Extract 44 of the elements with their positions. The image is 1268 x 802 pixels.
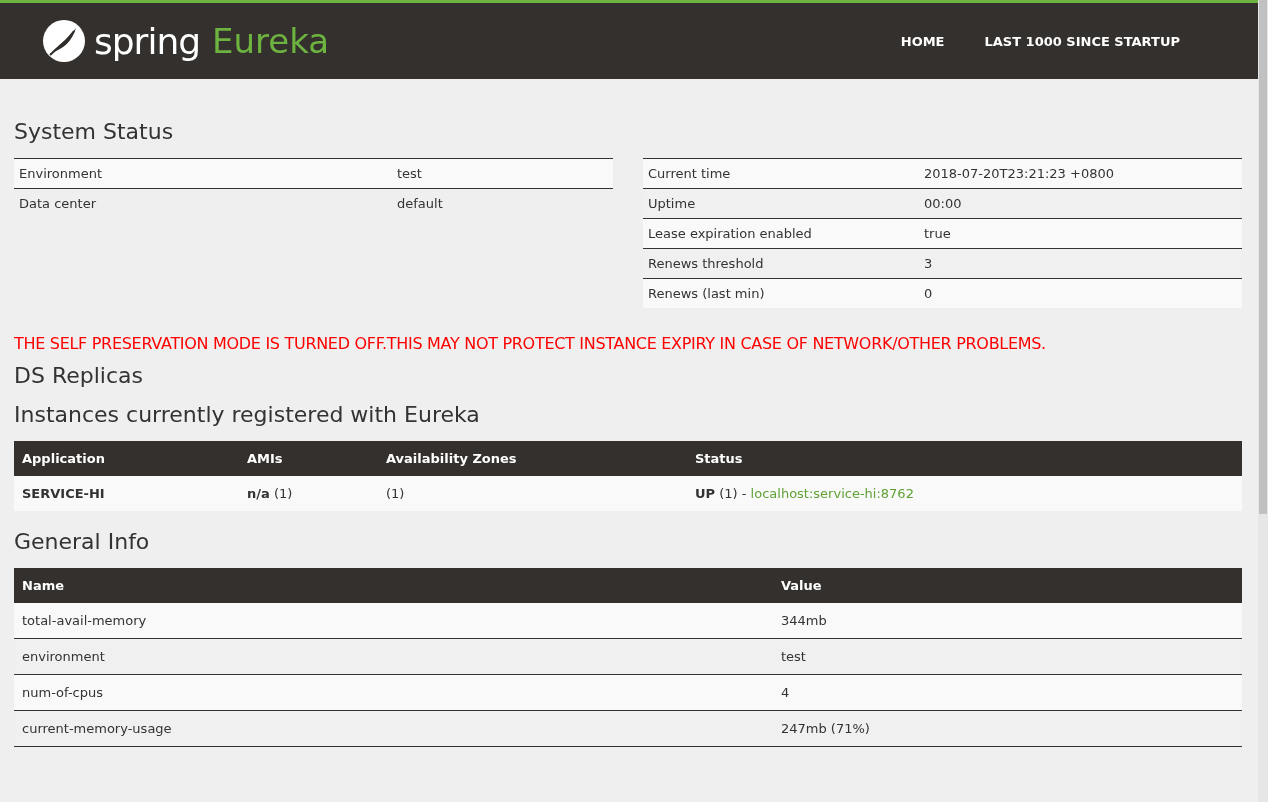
logo-text: spring bbox=[94, 20, 201, 62]
table-cell: 4 bbox=[773, 674, 1242, 711]
table-cell: 0 bbox=[919, 278, 1242, 308]
table-cell: SERVICE-HI bbox=[14, 476, 239, 511]
table-cell: 2018-07-20T23:21:23 +0800 bbox=[919, 158, 1242, 189]
column-header: Application bbox=[22, 451, 105, 466]
section-heading: General Info bbox=[14, 529, 151, 554]
table-cell: Data center bbox=[14, 188, 392, 218]
column-header: Availability Zones bbox=[386, 451, 517, 466]
table-cell: 344mb bbox=[773, 603, 1242, 639]
nav-link[interactable]: LAST 1000 SINCE STARTUP bbox=[984, 33, 1180, 49]
table-cell: num-of-cpus bbox=[14, 674, 773, 711]
warning-message: THE SELF PRESERVATION MODE IS TURNED OFF.THIS MAY NOT PROTECT INSTANCE EXPIRY IN CASE OF NETWORK/OTHER PROBLEMS. bbox=[14, 334, 1047, 353]
column-header: Name bbox=[22, 578, 64, 593]
table-cell: Current time bbox=[643, 158, 919, 189]
scrollbar-thumb[interactable] bbox=[1259, 0, 1267, 514]
table-cell: Renews (last min) bbox=[643, 278, 919, 308]
table-cell: 00:00 bbox=[919, 188, 1242, 219]
section-heading: Instances currently registered with Eureka bbox=[14, 402, 481, 427]
table-cell: environment bbox=[14, 638, 773, 675]
nav-link[interactable]: HOME bbox=[900, 33, 945, 49]
table-cell: 247mb (71%) bbox=[773, 710, 1242, 747]
scrollbar[interactable] bbox=[1258, 0, 1268, 802]
table-cell: n/a (1) bbox=[239, 476, 378, 511]
table-cell: true bbox=[919, 218, 1242, 249]
column-header: AMIs bbox=[247, 451, 283, 466]
leaf-logo-icon bbox=[42, 19, 86, 63]
section-heading: System Status bbox=[14, 119, 175, 144]
table-cell: Lease expiration enabled bbox=[643, 218, 919, 249]
table-cell: total-avail-memory bbox=[14, 603, 773, 639]
table-cell: test bbox=[392, 158, 613, 189]
column-header: Value bbox=[781, 578, 822, 593]
table-cell: 3 bbox=[919, 248, 1242, 279]
table-cell: Renews threshold bbox=[643, 248, 919, 279]
table-cell: current-memory-usage bbox=[14, 710, 773, 747]
table-cell: Environment bbox=[14, 158, 392, 189]
table-cell: (1) bbox=[378, 476, 687, 511]
product-name: Eureka bbox=[212, 21, 330, 61]
column-header: Status bbox=[695, 451, 743, 466]
section-heading: DS Replicas bbox=[14, 363, 144, 388]
status-text: UP (1) - bbox=[695, 486, 747, 501]
table-cell: default bbox=[392, 188, 613, 218]
table-cell: test bbox=[773, 638, 1242, 675]
table-cell: Uptime bbox=[643, 188, 919, 219]
